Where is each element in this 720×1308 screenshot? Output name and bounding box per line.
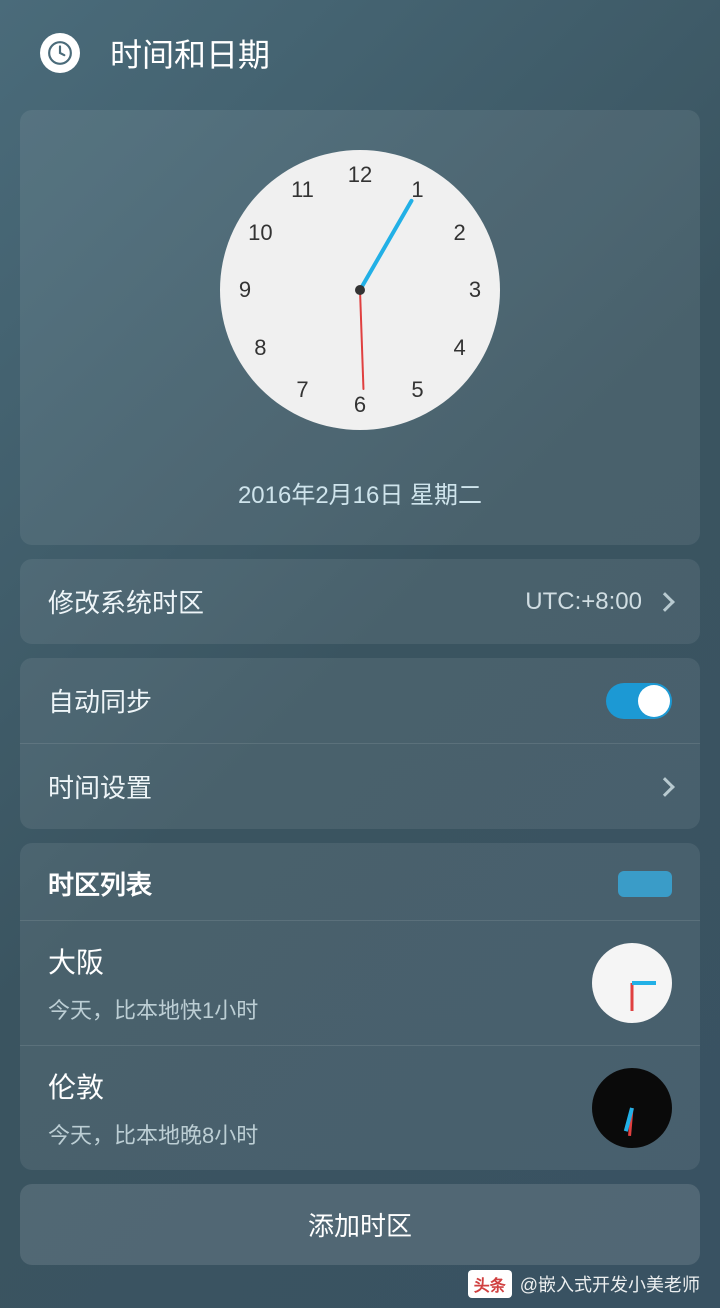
clock-number: 5 xyxy=(403,375,433,405)
clock-number: 2 xyxy=(445,218,475,248)
clock-number: 6 xyxy=(345,390,375,420)
settings-card-2: 自动同步 时间设置 xyxy=(20,658,700,829)
watermark-author: @嵌入式开发小美老师 xyxy=(520,1271,700,1297)
second-hand xyxy=(359,290,364,390)
clock-number: 10 xyxy=(245,218,275,248)
timezone-name: 大阪 xyxy=(48,941,258,981)
timezone-list-title: 时区列表 xyxy=(48,865,152,902)
toggle-knob xyxy=(638,685,670,717)
timezone-label: 修改系统时区 xyxy=(48,583,204,620)
page-title: 时间和日期 xyxy=(110,30,270,76)
minute-hand xyxy=(358,198,414,291)
mini-clock-icon xyxy=(592,943,672,1023)
clock-icon xyxy=(40,33,80,73)
timezone-list-card: 时区列表 大阪 今天，比本地快1小时 伦敦 今天，比本地晚8小时 xyxy=(20,843,700,1170)
add-timezone-label: 添加时区 xyxy=(308,1211,412,1241)
main-clock-card: 12 12 3 45678 9 10 11 2016年2月16日 星期二 xyxy=(20,110,700,545)
auto-sync-toggle[interactable] xyxy=(606,683,672,719)
clock-number: 1 xyxy=(403,175,433,205)
timezone-row[interactable]: 修改系统时区 UTC:+8:00 xyxy=(20,559,700,644)
chevron-right-icon xyxy=(655,777,675,797)
timezone-list-header: 时区列表 xyxy=(20,843,700,921)
timezone-value: UTC:+8:00 xyxy=(525,588,642,616)
time-setting-label: 时间设置 xyxy=(48,768,152,805)
auto-sync-row: 自动同步 xyxy=(20,658,700,744)
settings-card-1: 修改系统时区 UTC:+8:00 xyxy=(20,559,700,644)
list-badge[interactable] xyxy=(618,871,672,897)
timezone-item[interactable]: 伦敦 今天，比本地晚8小时 xyxy=(20,1046,700,1170)
auto-sync-label: 自动同步 xyxy=(48,682,152,719)
clock-number: 11 xyxy=(288,175,318,205)
timezone-name: 伦敦 xyxy=(48,1066,258,1106)
clock-center-dot xyxy=(355,285,365,295)
watermark: 头条 @嵌入式开发小美老师 xyxy=(468,1270,700,1298)
clock-number: 4 xyxy=(445,333,475,363)
timezone-desc: 今天，比本地晚8小时 xyxy=(48,1118,258,1150)
timezone-desc: 今天，比本地快1小时 xyxy=(48,993,258,1025)
analog-clock: 12 12 3 45678 9 10 11 xyxy=(220,150,500,430)
clock-number: 3 xyxy=(460,275,490,305)
watermark-badge: 头条 xyxy=(468,1270,512,1298)
clock-number: 12 xyxy=(345,160,375,190)
add-timezone-button[interactable]: 添加时区 xyxy=(20,1184,700,1265)
clock-number: 7 xyxy=(288,375,318,405)
mini-clock-icon xyxy=(592,1068,672,1148)
clock-number: 9 xyxy=(230,275,260,305)
timezone-item[interactable]: 大阪 今天，比本地快1小时 xyxy=(20,921,700,1046)
current-date: 2016年2月16日 星期二 xyxy=(40,475,680,510)
chevron-right-icon xyxy=(655,592,675,612)
page-header: 时间和日期 xyxy=(0,0,720,96)
clock-number: 8 xyxy=(245,333,275,363)
time-setting-row[interactable]: 时间设置 xyxy=(20,744,700,829)
